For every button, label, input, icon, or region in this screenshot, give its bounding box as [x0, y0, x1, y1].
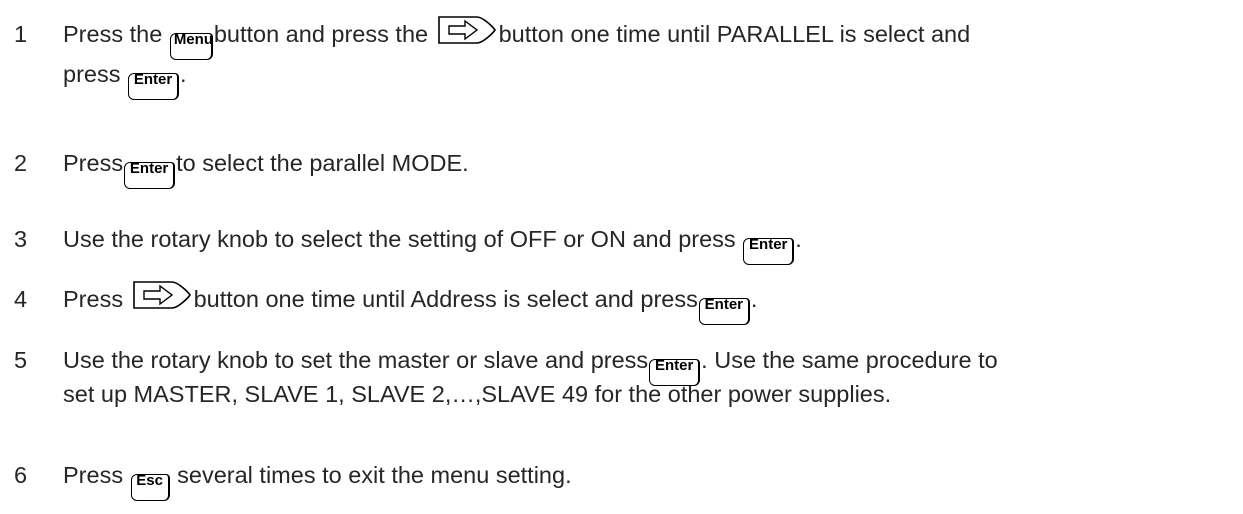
- step-text: Use the rotary knob to set the master or…: [63, 347, 998, 407]
- step-number: 3: [14, 226, 28, 252]
- enter-key-icon: Enter: [698, 296, 750, 325]
- enter-key-icon: Enter: [124, 160, 176, 189]
- step-number: 1: [14, 21, 28, 47]
- enter-key-icon: Enter: [128, 71, 179, 100]
- enter-key-icon: Enter: [649, 357, 701, 386]
- right-arrow-key-icon: [437, 15, 497, 45]
- step-text: Press Enter to select the parallel MODE.: [63, 143, 1233, 189]
- menu-key-icon: Menu: [169, 31, 213, 60]
- step-text: Press the Menubutton and press the butto…: [63, 14, 1233, 100]
- step-number: 4: [14, 286, 28, 312]
- step-number: 2: [14, 150, 28, 176]
- right-arrow-key-icon: [132, 280, 192, 310]
- step-number: 6: [14, 462, 28, 488]
- step-text: Press button one time until Address is s…: [63, 279, 1233, 325]
- step-text: Use the rotary knob to select the settin…: [63, 219, 1233, 265]
- instruction-steps: 1 Press the Menubutton and press the but…: [0, 0, 1243, 514]
- esc-key-icon: Esc: [130, 472, 170, 501]
- enter-key-icon: Enter: [743, 236, 795, 265]
- step-text: Press Esc several times to exit the menu…: [63, 455, 1233, 501]
- step-number: 5: [14, 347, 28, 373]
